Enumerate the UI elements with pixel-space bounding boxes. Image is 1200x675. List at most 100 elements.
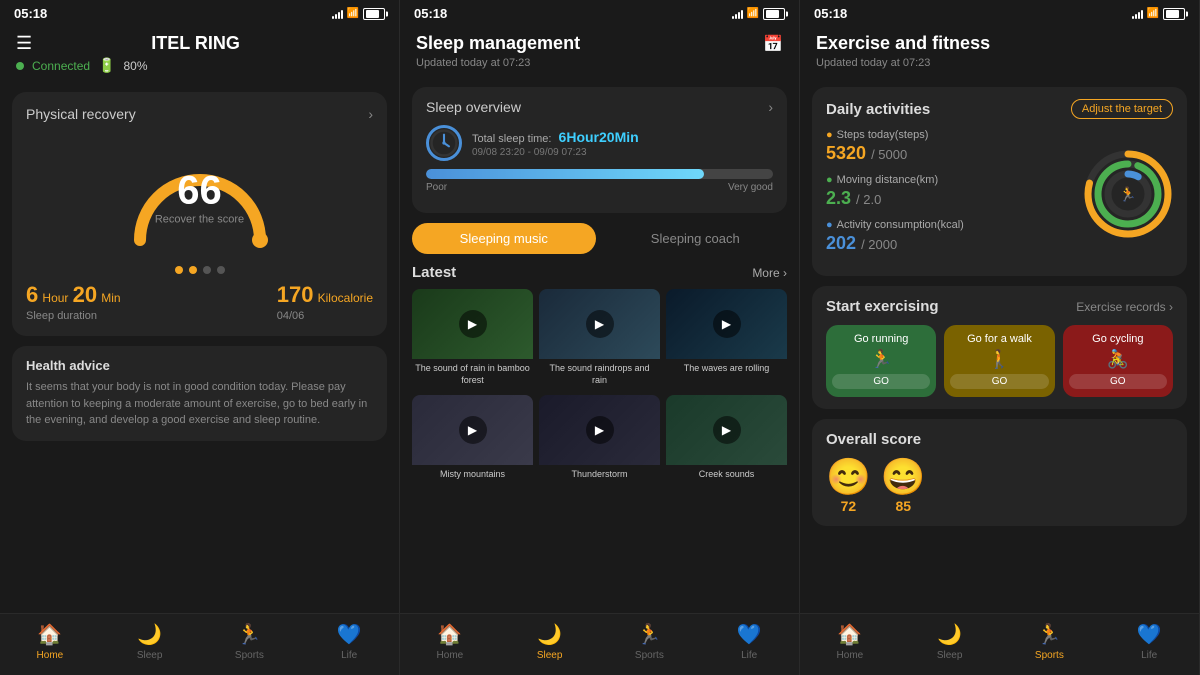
cycling-go-label: GO xyxy=(1069,374,1167,389)
nav-sports-label: Sports xyxy=(235,650,264,661)
total-label: Total sleep time: 6Hour20Min xyxy=(472,129,639,145)
exercise-subtitle: Updated today at 07:23 xyxy=(816,57,1183,69)
calendar-icon[interactable]: 📅 xyxy=(763,34,783,54)
nav-life-label: Life xyxy=(341,650,357,661)
sleep-overview-card: Sleep overview › Total sleep time: 6Hour… xyxy=(412,87,787,213)
recovery-gauge: 66 Recover the score xyxy=(26,130,373,260)
start-exercising-title: Start exercising xyxy=(826,298,939,315)
tab-sleeping-coach[interactable]: Sleeping coach xyxy=(604,223,788,254)
face-emoji-1: 😊 xyxy=(826,456,871,498)
nav-sleep-e[interactable]: 🌙 Sleep xyxy=(900,622,1000,661)
wifi-icon-sleep: 📶 xyxy=(747,8,759,19)
da-title: Daily activities xyxy=(826,101,930,118)
recovery-card: Physical recovery › 66 Recover the score xyxy=(12,92,387,336)
status-bar-home: 05:18 📶 xyxy=(0,0,399,27)
music-item-waves[interactable]: ▶ The waves are rolling xyxy=(666,289,787,389)
exercise-records-link[interactable]: Exercise records › xyxy=(1076,300,1173,314)
home-content: Physical recovery › 66 Recover the score xyxy=(0,82,399,613)
music-item-creek[interactable]: ▶ Creek sounds xyxy=(666,395,787,495)
nav-home-label: Home xyxy=(37,650,64,661)
nav-life-e[interactable]: 💙 Life xyxy=(1099,622,1199,661)
nav-sports-e[interactable]: 🏃 Sports xyxy=(1000,622,1100,661)
dot-1 xyxy=(175,266,183,274)
poor-label: Poor xyxy=(426,182,447,193)
music-item-rain[interactable]: ▶ The sound raindrops and rain xyxy=(539,289,660,389)
music-item-storm[interactable]: ▶ Thunderstorm xyxy=(539,395,660,495)
overall-title: Overall score xyxy=(826,431,1173,448)
steps-stat: Steps today(steps) 5320 / 5000 xyxy=(826,129,1083,164)
play-button-mist[interactable]: ▶ xyxy=(459,416,487,444)
face-emoji-2: 😄 xyxy=(881,456,926,498)
face-2: 😄 85 xyxy=(881,456,926,514)
home-stats: 6 Hour 20 Min Sleep duration 170 Kilocal… xyxy=(26,282,373,322)
nav-life-label-e: Life xyxy=(1141,650,1157,661)
face-score-2: 85 xyxy=(881,498,926,514)
play-button-waves[interactable]: ▶ xyxy=(713,310,741,338)
overall-score-card: Overall score 😊 72 😄 85 xyxy=(812,419,1187,526)
nav-sports[interactable]: 🏃 Sports xyxy=(200,622,300,661)
nav-home[interactable]: 🏠 Home xyxy=(0,622,100,661)
hamburger-menu[interactable]: ☰ xyxy=(16,33,32,54)
total-value: 6Hour20Min xyxy=(559,129,639,145)
status-icons-home: 📶 xyxy=(332,8,385,20)
sleep-duration-value: 6 Hour 20 Min xyxy=(26,282,121,308)
home-header: ☰ ITEL RING Connected 🔋 80% xyxy=(0,27,399,82)
play-button-forest[interactable]: ▶ xyxy=(459,310,487,338)
home-panel: 05:18 📶 ☰ ITEL RING Connected 🔋 80% xyxy=(0,0,400,675)
dot-4 xyxy=(217,266,225,274)
health-text: It seems that your body is not in good c… xyxy=(26,379,373,429)
music-label-storm: Thunderstorm xyxy=(539,465,660,481)
play-button-rain[interactable]: ▶ xyxy=(586,310,614,338)
nav-home-s[interactable]: 🏠 Home xyxy=(400,622,500,661)
music-item-forest[interactable]: ▶ The sound of rain in bamboo forest xyxy=(412,289,533,389)
play-button-storm[interactable]: ▶ xyxy=(586,416,614,444)
nav-home-e[interactable]: 🏠 Home xyxy=(800,622,900,661)
walk-go-label: GO xyxy=(950,374,1048,389)
status-icons-ex: 📶 xyxy=(1132,8,1185,20)
sleep-bottom-nav: 🏠 Home 🌙 Sleep 🏃 Sports 💙 Life xyxy=(400,613,799,675)
exercise-buttons: Go running 🏃 GO Go for a walk 🚶 GO Go cy… xyxy=(826,325,1173,397)
more-link[interactable]: More › xyxy=(752,266,787,280)
signal-icon-sleep xyxy=(732,9,743,19)
gauge-score: 66 Recover the score xyxy=(155,170,244,225)
tab-sleeping-music[interactable]: Sleeping music xyxy=(412,223,596,254)
face-score-1: 72 xyxy=(826,498,871,514)
nav-life[interactable]: 💙 Life xyxy=(299,622,399,661)
nav-life-label-s: Life xyxy=(741,650,757,661)
music-item-mist[interactable]: ▶ Misty mountains xyxy=(412,395,533,495)
nav-home-label-s: Home xyxy=(437,650,464,661)
go-walk-button[interactable]: Go for a walk 🚶 GO xyxy=(944,325,1054,397)
sleep-overview-title: Sleep overview xyxy=(426,99,521,115)
cycling-icon: 🚴 xyxy=(1107,349,1129,370)
sleep-bar: Poor Very good xyxy=(426,169,773,193)
sleep-clock-icon xyxy=(426,125,462,161)
play-button-creek[interactable]: ▶ xyxy=(713,416,741,444)
nav-sports-s[interactable]: 🏃 Sports xyxy=(600,622,700,661)
recovery-chevron[interactable]: › xyxy=(368,106,373,122)
adjust-target-button[interactable]: Adjust the target xyxy=(1071,99,1173,119)
sports-icon: 🏃 xyxy=(237,622,262,647)
sleep-subtitle: Updated today at 07:23 xyxy=(416,57,783,69)
exercise-title: Exercise and fitness xyxy=(816,33,990,54)
sleep-total-row: Total sleep time: 6Hour20Min 09/08 23:20… xyxy=(426,125,773,161)
sports-icon-e: 🏃 xyxy=(1037,622,1062,647)
home-title: ITEL RING xyxy=(151,33,240,54)
sleep-icon-s: 🌙 xyxy=(537,622,562,647)
activity-calories-label: Activity consumption(kcal) xyxy=(826,219,1083,231)
battery-icon-sleep xyxy=(763,8,785,20)
music-label-forest: The sound of rain in bamboo forest xyxy=(412,359,533,386)
nav-life-s[interactable]: 💙 Life xyxy=(699,622,799,661)
activity-calories-stat: Activity consumption(kcal) 202 / 2000 xyxy=(826,219,1083,254)
recovery-score-label: Recover the score xyxy=(155,213,244,225)
connection-status: Connected 🔋 80% xyxy=(16,57,383,74)
home-bottom-nav: 🏠 Home 🌙 Sleep 🏃 Sports 💙 Life xyxy=(0,613,399,675)
status-time-ex: 05:18 xyxy=(814,6,847,21)
go-running-button[interactable]: Go running 🏃 GO xyxy=(826,325,936,397)
go-cycling-button[interactable]: Go cycling 🚴 GO xyxy=(1063,325,1173,397)
battery-percent: 80% xyxy=(123,59,147,73)
nav-sleep[interactable]: 🌙 Sleep xyxy=(100,622,200,661)
sleep-title: Sleep management xyxy=(416,33,580,54)
sleep-overview-chevron[interactable]: › xyxy=(768,99,773,115)
nav-sleep-s[interactable]: 🌙 Sleep xyxy=(500,622,600,661)
calories-stat: 170 Kilocalorie 04/06 xyxy=(277,282,373,322)
